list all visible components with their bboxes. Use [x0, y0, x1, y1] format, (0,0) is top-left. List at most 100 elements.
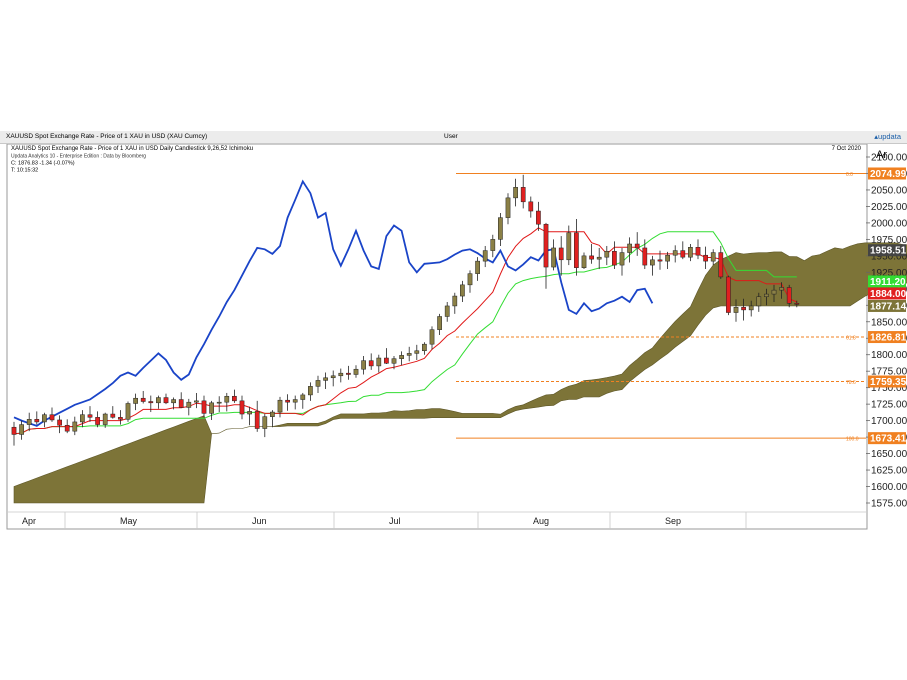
candle-body [209, 402, 214, 414]
candle-body [429, 329, 435, 345]
candle-body [239, 400, 245, 415]
candle-body [368, 360, 374, 367]
candle-body [110, 413, 116, 418]
candle-body [467, 273, 473, 286]
candle-body [642, 247, 648, 266]
chart-title: XAUUSD Spot Exchange Rate - Price of 1 X… [11, 146, 253, 152]
candle-body [247, 411, 252, 415]
candle-body [437, 316, 442, 330]
brand-name: updata [878, 132, 901, 141]
candle-body [64, 424, 70, 432]
candle-body [444, 305, 450, 317]
candle-body [566, 232, 572, 261]
y-tick-label: 1650.00 [871, 449, 907, 460]
time-readout: T: 10:15:32 [11, 168, 38, 174]
candle-body [551, 247, 556, 268]
y-tick-label: 1700.00 [871, 416, 907, 427]
candle-body [764, 293, 769, 297]
y-tick-label: 2025.00 [871, 202, 907, 213]
candle-body [695, 247, 701, 256]
y-tick-label: 1975.00 [871, 235, 907, 246]
candle-body [475, 260, 480, 274]
candle-body [224, 395, 230, 403]
x-tick-label: Jul [389, 516, 401, 526]
candle-body [718, 252, 724, 278]
candle-body [292, 399, 298, 403]
candle-body [148, 401, 154, 404]
candle-body [163, 397, 169, 404]
y-axis: 1575.001600.001625.001650.001675.001700.… [866, 153, 907, 510]
candle-body [490, 239, 496, 251]
y-tick-label: 1850.00 [871, 317, 907, 328]
candle-body [87, 414, 93, 418]
candle-body [596, 256, 602, 260]
fib-level-label: 0.0 [846, 172, 853, 178]
candle-body [384, 357, 389, 364]
candle-body [26, 419, 32, 425]
candle-body [703, 254, 708, 262]
candle-body [779, 287, 784, 291]
chart-svg[interactable]: 0.0 61.8 78.6 100.0 1575.00 1600.00 1625.00 16… [0, 143, 907, 541]
x-tick-label: Jun [252, 516, 267, 526]
window-title: XAUUSD Spot Exchange Rate - Price of 1 X… [6, 133, 208, 140]
candle-body [574, 232, 579, 268]
candle-body [186, 401, 192, 408]
candle-body [125, 403, 131, 420]
price-label-text: 1884.00 [870, 289, 907, 300]
candle-body [216, 401, 222, 404]
candle-body [460, 284, 465, 297]
candle-body [34, 419, 40, 423]
candle-body [270, 411, 275, 417]
candle-body [376, 357, 382, 367]
candle-body [346, 372, 351, 375]
y-tick-label: 1600.00 [871, 482, 907, 493]
price-label-text: 1673.41 [870, 434, 907, 445]
candle-body [771, 289, 777, 295]
candle-body [72, 421, 78, 432]
candle-body [604, 250, 610, 258]
price-label-text: 1826.81 [870, 333, 907, 344]
candle-body [726, 276, 731, 313]
candle-body [589, 255, 594, 260]
candle-body [315, 380, 321, 387]
candle-body [399, 355, 404, 359]
candle-body [733, 307, 739, 313]
candle-body [95, 417, 100, 425]
y-tick-label: 1725.00 [871, 400, 907, 411]
candle-body [330, 375, 336, 379]
candle-body [558, 247, 564, 261]
candle-body [786, 287, 792, 304]
x-tick-label: Apr [22, 516, 36, 526]
candle-body [232, 395, 237, 402]
price-label-text: 2074.99 [870, 169, 907, 180]
x-tick-label: Aug [533, 516, 549, 526]
price-label-text: 1911.20 [870, 277, 906, 288]
candle-body [338, 372, 344, 377]
candle-body [171, 399, 176, 404]
chart-subtitle: Updata Analytics 10 - Enterprise Edition… [11, 154, 146, 160]
y-tick-label: 2000.00 [871, 218, 907, 229]
axis-corner-label: Ar [876, 149, 887, 161]
candle-body [543, 223, 549, 268]
candle-body [794, 303, 800, 305]
price-label-text: 1877.14 [870, 301, 907, 312]
candle-body [536, 210, 541, 225]
candle-body [277, 399, 283, 413]
candle-body [300, 394, 306, 400]
candle-body [201, 400, 207, 414]
y-tick-label: 1800.00 [871, 350, 907, 361]
candle-body [414, 350, 420, 354]
candle-body [262, 416, 268, 429]
fib-level-label: 78.6 [846, 380, 856, 386]
price-label-text: 1958.51 [870, 246, 907, 257]
candle-body [102, 413, 108, 425]
candle-body [513, 187, 518, 199]
close-readout: C: 1876.83 -1.34 (-0.07%) [11, 161, 75, 167]
y-tick-label: 1575.00 [871, 499, 907, 510]
candle-body [520, 187, 526, 203]
chart-area[interactable]: 0.0 61.8 78.6 100.0 1575.00 1600.00 1625.00 16… [0, 143, 907, 541]
candle-body [11, 426, 17, 435]
candle-body [627, 243, 632, 253]
x-tick-label: Sep [665, 516, 681, 526]
candle-body [353, 368, 359, 375]
